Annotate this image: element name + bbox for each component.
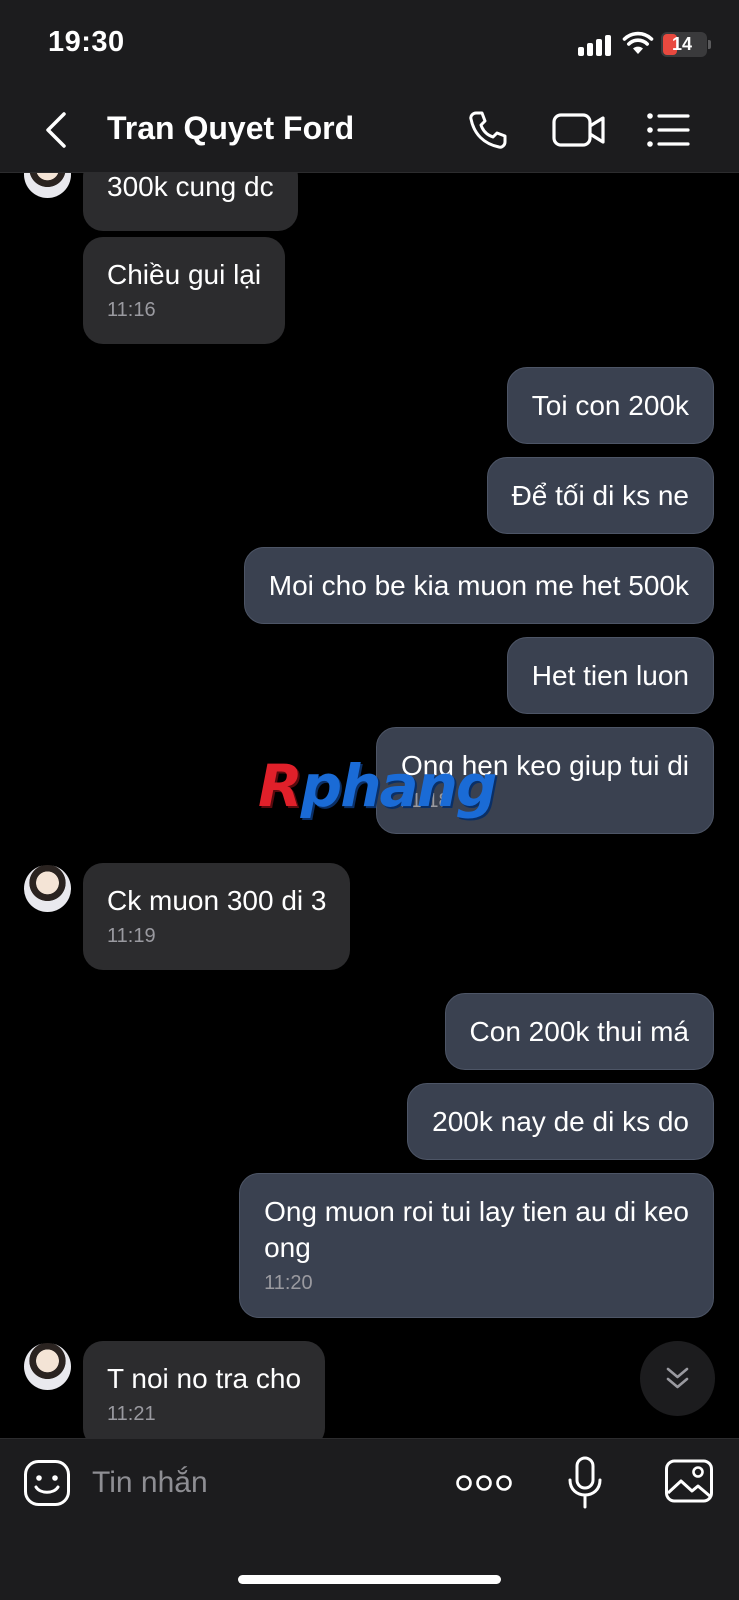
message-composer	[0, 1438, 739, 1600]
contact-name[interactable]: Tran Quyet Ford	[107, 110, 354, 147]
message-bubble-outgoing[interactable]: Con 200k thui má	[444, 993, 714, 1070]
microphone-icon[interactable]	[565, 1455, 605, 1511]
status-time: 19:30	[48, 26, 125, 58]
avatar[interactable]	[24, 865, 71, 912]
more-options-icon[interactable]	[456, 1471, 512, 1495]
message-input[interactable]	[92, 1461, 432, 1505]
home-indicator[interactable]	[238, 1575, 501, 1584]
message-text: Chiều gui lại	[107, 259, 262, 290]
battery-level: 14	[671, 34, 693, 54]
avatar[interactable]	[24, 173, 71, 198]
message-text: T noi no tra cho	[107, 1363, 302, 1394]
message-bubble-outgoing[interactable]: Ong muon roi tui lay tien au di keo ong …	[239, 1173, 714, 1318]
message-text: Con 200k thui má	[469, 1016, 689, 1047]
message-text: Moi cho be kia muon me het 500k	[268, 570, 689, 601]
message-time: 11:16	[107, 299, 156, 321]
message-text: Toi con 200k	[531, 390, 689, 421]
battery-icon: 14	[661, 32, 707, 57]
watermark-logo: Rphang	[258, 752, 497, 820]
message-bubble-incoming[interactable]: Ck muon 300 di 3 11:19	[83, 863, 351, 970]
message-bubble-outgoing[interactable]: Để tối di ks ne	[486, 457, 714, 534]
scroll-to-bottom-button[interactable]	[640, 1341, 715, 1416]
message-bubble-outgoing[interactable]: Moi cho be kia muon me het 500k	[243, 547, 714, 624]
message-list[interactable]: 300k cung dc Chiều gui lại 11:16 Toi con…	[0, 173, 739, 1438]
chat-header: Tran Quyet Ford	[0, 88, 739, 173]
back-chevron-icon[interactable]	[36, 108, 76, 152]
message-text-line: Ong muon roi tui lay tien au di keo	[264, 1196, 689, 1227]
avatar[interactable]	[24, 1343, 71, 1390]
message-bubble-incoming[interactable]: Chiều gui lại 11:16	[83, 237, 286, 344]
message-text: 200k nay de di ks do	[432, 1106, 689, 1137]
double-chevron-down-icon	[666, 1367, 689, 1389]
message-bubble-outgoing[interactable]: Het tien luon	[506, 637, 714, 714]
message-text: Ck muon 300 di 3	[107, 885, 327, 916]
message-time: 11:19	[107, 925, 156, 947]
message-bubble-outgoing[interactable]: 200k nay de di ks do	[407, 1083, 714, 1160]
message-text: Het tien luon	[531, 660, 689, 691]
image-gallery-icon[interactable]	[664, 1457, 714, 1505]
message-text: 300k cung dc	[107, 173, 274, 202]
message-text: Để tối di ks ne	[511, 480, 689, 511]
message-time: 11:20	[264, 1272, 313, 1294]
message-bubble-incoming[interactable]: 300k cung dc	[83, 173, 298, 231]
message-bubble-outgoing[interactable]: Toi con 200k	[506, 367, 714, 444]
message-time: 11:21	[107, 1403, 156, 1425]
status-bar: 19:30 14	[0, 0, 739, 88]
message-text-line: ong	[264, 1232, 311, 1263]
message-bubble-incoming[interactable]: T noi no tra cho 11:21	[83, 1341, 326, 1438]
cellular-signal-icon	[578, 34, 614, 56]
phone-call-icon[interactable]	[464, 106, 512, 154]
menu-list-icon[interactable]	[645, 106, 691, 154]
sticker-icon[interactable]	[23, 1459, 71, 1507]
video-call-icon[interactable]	[551, 106, 607, 154]
wifi-icon	[622, 31, 654, 54]
